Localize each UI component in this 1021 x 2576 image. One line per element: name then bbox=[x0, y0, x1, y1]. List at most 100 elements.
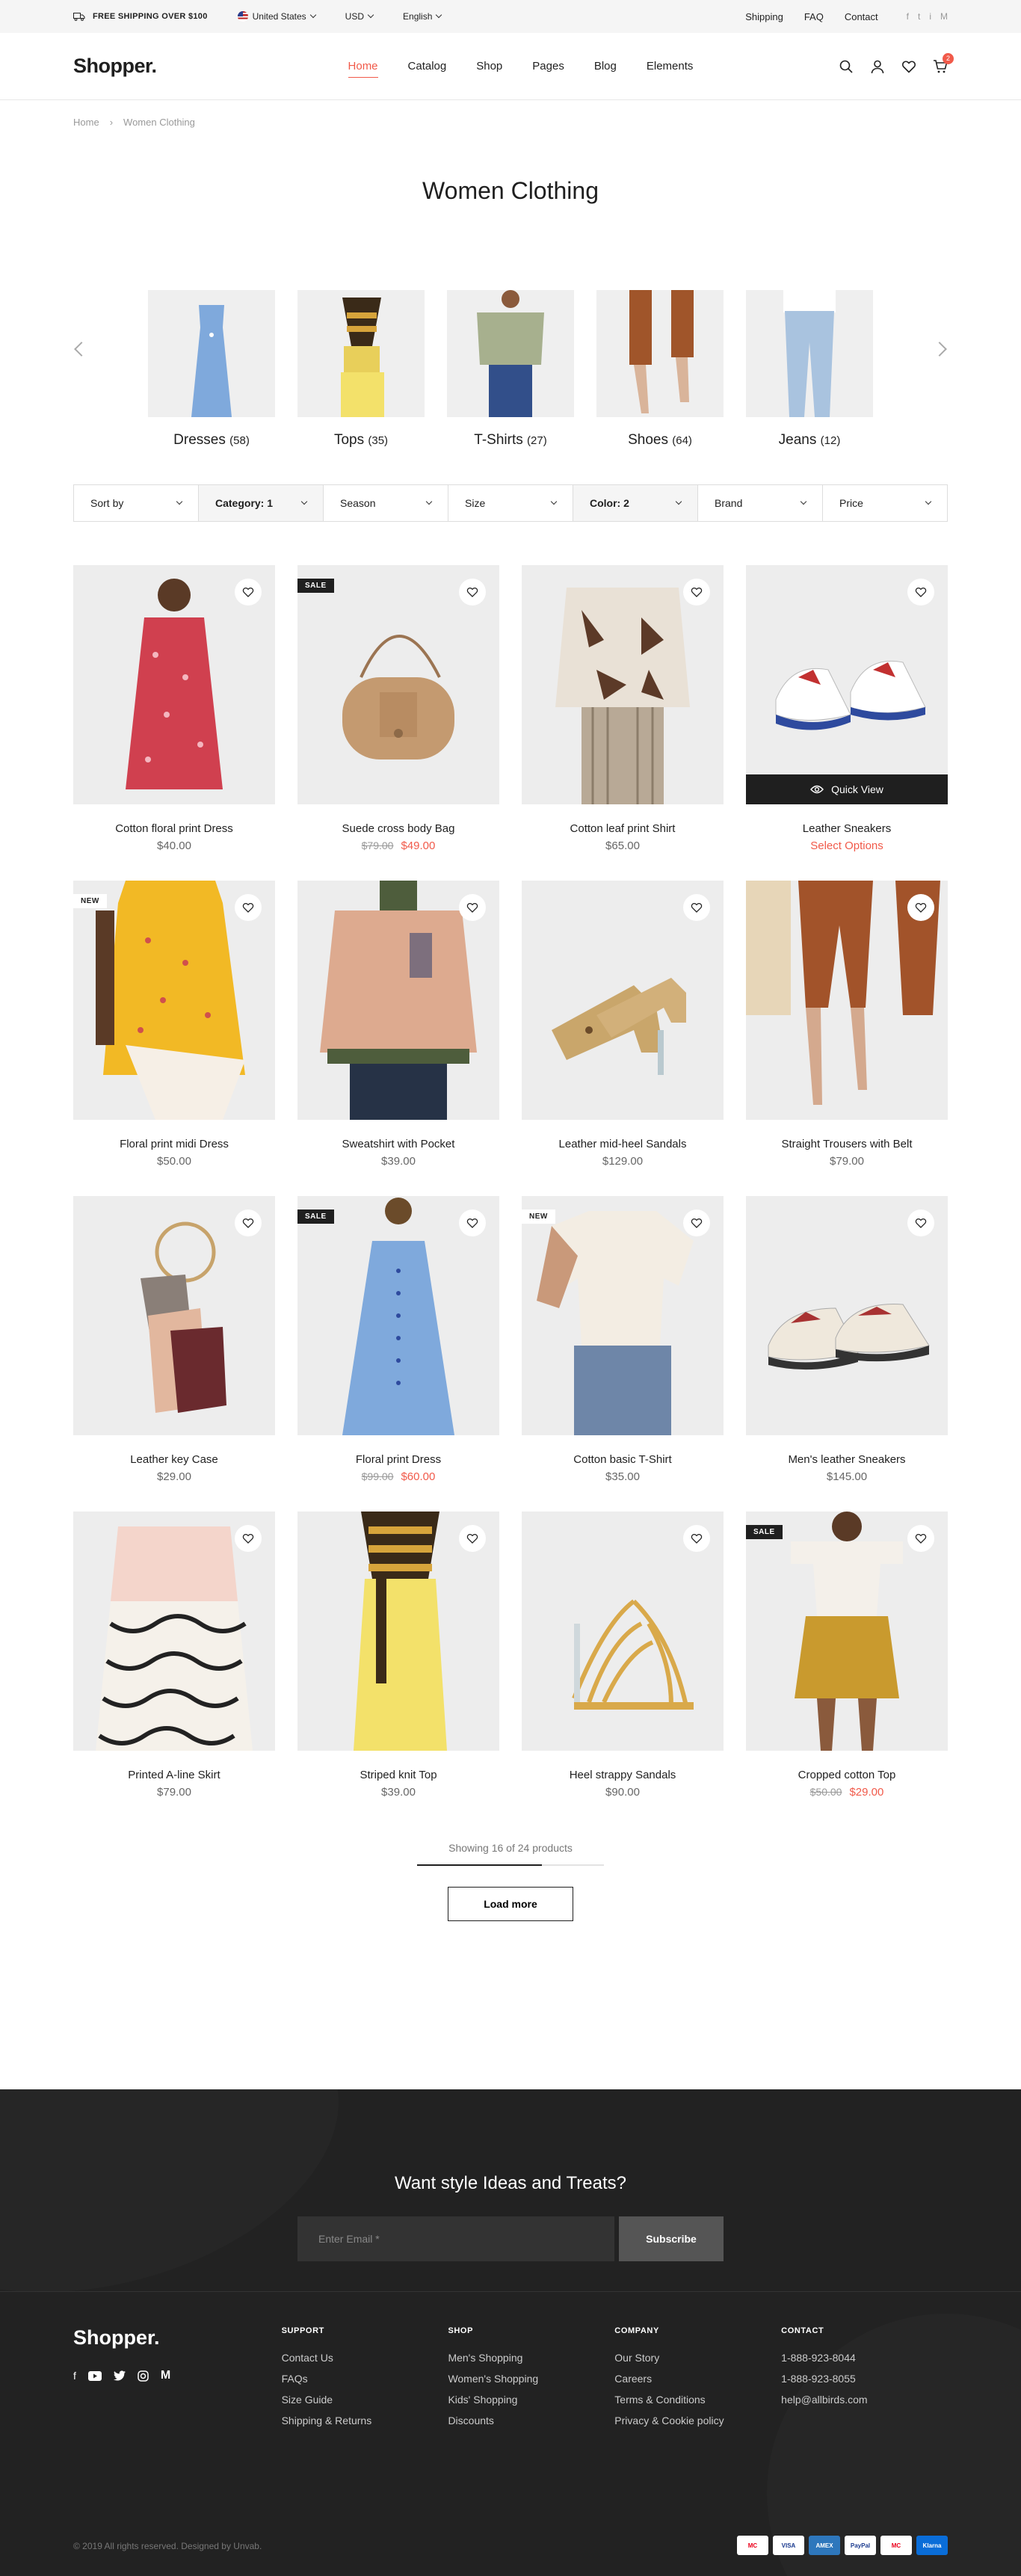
product-card[interactable]: SALE Floral print Dress $99.00 $60.00 bbox=[297, 1196, 499, 1483]
language-selector[interactable]: English bbox=[403, 11, 442, 22]
wishlist-button[interactable] bbox=[235, 894, 262, 921]
load-more-button[interactable]: Load more bbox=[448, 1887, 573, 1921]
filter-category[interactable]: Category: 1 bbox=[199, 485, 324, 521]
wishlist-button[interactable] bbox=[235, 1210, 262, 1236]
product-card[interactable]: Men's leather Sneakers $145.00 bbox=[746, 1196, 948, 1483]
product-card[interactable]: Printed A-line Skirt $79.00 bbox=[73, 1512, 275, 1799]
product-name[interactable]: Sweatshirt with Pocket bbox=[297, 1138, 499, 1150]
nav-catalog[interactable]: Catalog bbox=[408, 60, 447, 73]
facebook-icon[interactable]: f bbox=[907, 11, 909, 22]
product-name[interactable]: Men's leather Sneakers bbox=[746, 1453, 948, 1466]
footer-link[interactable]: Our Story bbox=[614, 2352, 781, 2364]
twitter-icon[interactable]: t bbox=[918, 11, 920, 22]
product-image[interactable]: SALE bbox=[297, 1196, 499, 1435]
wishlist-button[interactable] bbox=[907, 579, 934, 606]
product-image[interactable]: NEW bbox=[522, 1196, 724, 1435]
product-name[interactable]: Striped knit Top bbox=[297, 1769, 499, 1781]
product-card[interactable]: Leather mid-heel Sandals $129.00 bbox=[522, 881, 724, 1168]
footer-link[interactable]: Kids' Shopping bbox=[448, 2394, 614, 2406]
product-image[interactable] bbox=[522, 565, 724, 804]
nav-blog[interactable]: Blog bbox=[594, 60, 617, 73]
filter-season[interactable]: Season bbox=[324, 485, 448, 521]
wishlist-button[interactable] bbox=[459, 894, 486, 921]
newsletter-email-input[interactable]: Enter Email * bbox=[297, 2216, 614, 2261]
product-card[interactable]: SALE Cropped cotton Top $50.00 $29.00 bbox=[746, 1512, 948, 1799]
country-selector[interactable]: United States bbox=[237, 11, 316, 22]
youtube-icon[interactable] bbox=[87, 2370, 102, 2381]
footer-logo[interactable]: Shopper. bbox=[73, 2326, 282, 2349]
product-name[interactable]: Cotton basic T-Shirt bbox=[522, 1453, 724, 1466]
select-options-link[interactable]: Select Options bbox=[810, 839, 883, 852]
topbar-link-faq[interactable]: FAQ bbox=[804, 11, 824, 22]
footer-link[interactable]: Contact Us bbox=[282, 2352, 448, 2364]
footer-link[interactable]: Size Guide bbox=[282, 2394, 448, 2406]
product-card[interactable]: Striped knit Top $39.00 bbox=[297, 1512, 499, 1799]
footer-link[interactable]: FAQs bbox=[282, 2373, 448, 2385]
footer-link[interactable]: Women's Shopping bbox=[448, 2373, 614, 2385]
filter-size[interactable]: Size bbox=[448, 485, 573, 521]
wishlist-button[interactable] bbox=[683, 1210, 710, 1236]
instagram-icon[interactable] bbox=[138, 2370, 149, 2382]
wishlist-button[interactable] bbox=[459, 579, 486, 606]
quick-view-button[interactable]: Quick View bbox=[746, 774, 948, 804]
product-card[interactable]: Straight Trousers with Belt $79.00 bbox=[746, 881, 948, 1168]
product-card[interactable]: SALE Suede cross body Bag $79.00 $49.00 bbox=[297, 565, 499, 852]
category-tops[interactable]: Tops (35) bbox=[297, 290, 425, 449]
wishlist-button[interactable] bbox=[683, 579, 710, 606]
product-card[interactable]: Cotton leaf print Shirt $65.00 bbox=[522, 565, 724, 852]
product-image[interactable]: NEW bbox=[73, 881, 275, 1120]
product-image[interactable] bbox=[73, 1512, 275, 1751]
product-name[interactable]: Leather key Case bbox=[73, 1453, 275, 1466]
wishlist-button[interactable] bbox=[459, 1210, 486, 1236]
subscribe-button[interactable]: Subscribe bbox=[619, 2216, 724, 2261]
medium-icon[interactable]: M bbox=[940, 11, 948, 22]
product-image[interactable]: Quick View bbox=[746, 565, 948, 804]
filter-brand[interactable]: Brand bbox=[698, 485, 823, 521]
product-name[interactable]: Floral print midi Dress bbox=[73, 1138, 275, 1150]
wishlist-button[interactable] bbox=[683, 1525, 710, 1552]
product-name[interactable]: Printed A-line Skirt bbox=[73, 1769, 275, 1781]
product-image[interactable] bbox=[746, 1196, 948, 1435]
footer-contact-email[interactable]: help@allbirds.com bbox=[781, 2394, 948, 2406]
product-image[interactable]: SALE bbox=[297, 565, 499, 804]
product-image[interactable]: SALE bbox=[746, 1512, 948, 1751]
filter-color[interactable]: Color: 2 bbox=[573, 485, 698, 521]
product-card[interactable]: Sweatshirt with Pocket $39.00 bbox=[297, 881, 499, 1168]
twitter-icon[interactable] bbox=[113, 2370, 126, 2381]
facebook-icon[interactable]: f bbox=[73, 2370, 76, 2382]
filter-price[interactable]: Price bbox=[823, 485, 947, 521]
product-name[interactable]: Leather Sneakers bbox=[746, 822, 948, 835]
nav-elements[interactable]: Elements bbox=[647, 60, 694, 73]
product-image[interactable] bbox=[746, 881, 948, 1120]
wishlist-button[interactable] bbox=[907, 1525, 934, 1552]
product-card[interactable]: Heel strappy Sandals $90.00 bbox=[522, 1512, 724, 1799]
product-image[interactable] bbox=[73, 1196, 275, 1435]
heart-icon[interactable] bbox=[901, 59, 916, 74]
product-card[interactable]: Leather key Case $29.00 bbox=[73, 1196, 275, 1483]
wishlist-button[interactable] bbox=[683, 894, 710, 921]
category-dresses[interactable]: Dresses (58) bbox=[148, 290, 275, 449]
product-name[interactable]: Straight Trousers with Belt bbox=[746, 1138, 948, 1150]
footer-link[interactable]: Terms & Conditions bbox=[614, 2394, 781, 2406]
instagram-icon[interactable]: i bbox=[929, 11, 931, 22]
nav-home[interactable]: Home bbox=[348, 60, 378, 78]
wishlist-button[interactable] bbox=[235, 1525, 262, 1552]
filter-sort-by[interactable]: Sort by bbox=[74, 485, 199, 521]
wishlist-button[interactable] bbox=[907, 1210, 934, 1236]
product-card[interactable]: Cotton floral print Dress $40.00 bbox=[73, 565, 275, 852]
product-image[interactable] bbox=[522, 881, 724, 1120]
product-card[interactable]: NEW Cotton basic T-Shirt $35.00 bbox=[522, 1196, 724, 1483]
category-shoes[interactable]: Shoes (64) bbox=[596, 290, 724, 449]
topbar-link-shipping[interactable]: Shipping bbox=[745, 11, 783, 22]
site-logo[interactable]: Shopper. bbox=[73, 55, 157, 78]
product-name[interactable]: Suede cross body Bag bbox=[297, 822, 499, 835]
topbar-link-contact[interactable]: Contact bbox=[845, 11, 878, 22]
footer-link[interactable]: Men's Shopping bbox=[448, 2352, 614, 2364]
footer-link[interactable]: Shipping & Returns bbox=[282, 2415, 448, 2426]
cart-button[interactable]: 2 bbox=[933, 52, 954, 74]
category-t-shirts[interactable]: T-Shirts (27) bbox=[447, 290, 574, 449]
footer-link[interactable]: Careers bbox=[614, 2373, 781, 2385]
product-name[interactable]: Leather mid-heel Sandals bbox=[522, 1138, 724, 1150]
product-name[interactable]: Cotton leaf print Shirt bbox=[522, 822, 724, 835]
product-image[interactable] bbox=[522, 1512, 724, 1751]
